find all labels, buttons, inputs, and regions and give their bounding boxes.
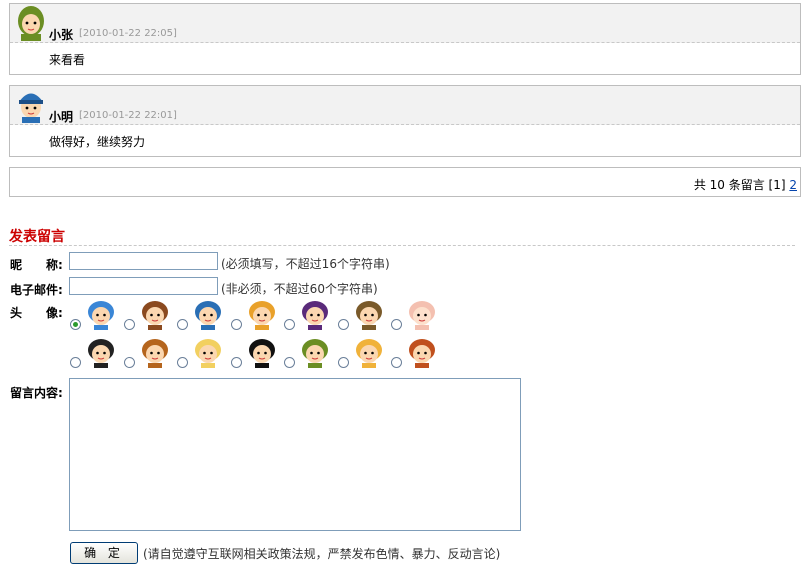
girl-braids-icon xyxy=(141,339,168,368)
nickname-input[interactable] xyxy=(69,252,218,270)
nickname-label: 昵 称: xyxy=(10,258,63,272)
submit-button[interactable]: 确 定 xyxy=(70,542,138,564)
avatar-radio[interactable] xyxy=(391,357,402,368)
girl-red-hair-icon xyxy=(409,339,435,368)
message-time: [2010-01-22 22:01] xyxy=(79,110,177,121)
boy-blue-hat-icon xyxy=(195,301,221,330)
message-header: 小明 [2010-01-22 22:01] xyxy=(10,86,800,125)
boy-brown-hair-icon xyxy=(141,301,168,330)
content-label: 留言内容: xyxy=(10,386,63,400)
submit-hint: (请自觉遵守互联网相关政策法规，严禁发布色情、暴力、反动言论) xyxy=(143,547,501,561)
pagination-summary: 共 10 条留言 [1] xyxy=(693,178,786,192)
avatar-radio[interactable] xyxy=(391,319,402,330)
avatar-radio[interactable] xyxy=(284,319,295,330)
avatar-radio[interactable] xyxy=(123,357,135,368)
message-header: 小张 [2010-01-22 22:05] xyxy=(10,4,800,43)
avatar-label: 头 像: xyxy=(10,306,63,320)
email-label: 电子邮件: xyxy=(10,283,63,297)
girl-green-hair-icon xyxy=(302,339,328,368)
form-title: 发表留言 xyxy=(9,229,65,245)
divider xyxy=(9,245,795,246)
man-detective-hat-icon xyxy=(355,301,382,330)
message-content: 做得好，继续努力 xyxy=(49,135,146,149)
avatar-radio[interactable] xyxy=(337,357,349,368)
avatar-radio[interactable] xyxy=(337,319,349,330)
message-item: 小张 [2010-01-22 22:05] 来看看 xyxy=(9,3,801,75)
message-author: 小张 xyxy=(49,28,74,42)
content-textarea[interactable] xyxy=(69,378,521,531)
email-hint: (非必须，不超过60个字符串) xyxy=(221,282,378,296)
girl-bow-icon xyxy=(355,339,382,368)
avatar-radio[interactable] xyxy=(177,357,188,368)
email-input[interactable] xyxy=(69,277,218,295)
boy-spiky-hair-icon xyxy=(248,301,275,330)
avatar-radio[interactable] xyxy=(177,319,188,330)
girl-pigtails-icon xyxy=(248,339,275,368)
pagination-bar: 共 10 条留言 [1] 2 xyxy=(9,167,801,197)
avatar-radio[interactable] xyxy=(123,319,135,330)
message-time: [2010-01-22 22:05] xyxy=(79,28,177,39)
page-link-2[interactable]: 2 xyxy=(789,178,797,192)
girl-black-hair-icon xyxy=(88,339,114,368)
boy-blue-cap-avatar-icon xyxy=(19,93,43,123)
nickname-hint: (必须填写，不超过16个字符串) xyxy=(221,257,390,271)
pagination-info: 共 10 条留言 [1] 2 xyxy=(694,176,797,193)
girl-purple-glasses-icon xyxy=(302,301,328,330)
avatar-radio[interactable] xyxy=(230,319,242,330)
avatar-radio[interactable] xyxy=(70,357,81,368)
girl-blonde-glasses-icon xyxy=(195,339,221,368)
boy-blue-cap-icon xyxy=(88,301,114,330)
message-item: 小明 [2010-01-22 22:01] 做得好，继续努力 xyxy=(9,85,801,157)
baby-face-icon xyxy=(409,301,435,330)
avatar-radio[interactable] xyxy=(70,319,81,330)
avatar-radio[interactable] xyxy=(284,357,295,368)
message-author: 小明 xyxy=(49,110,74,124)
message-content: 来看看 xyxy=(49,53,86,67)
girl-green-hair-avatar-icon xyxy=(18,6,44,41)
avatar-radio[interactable] xyxy=(230,357,242,368)
